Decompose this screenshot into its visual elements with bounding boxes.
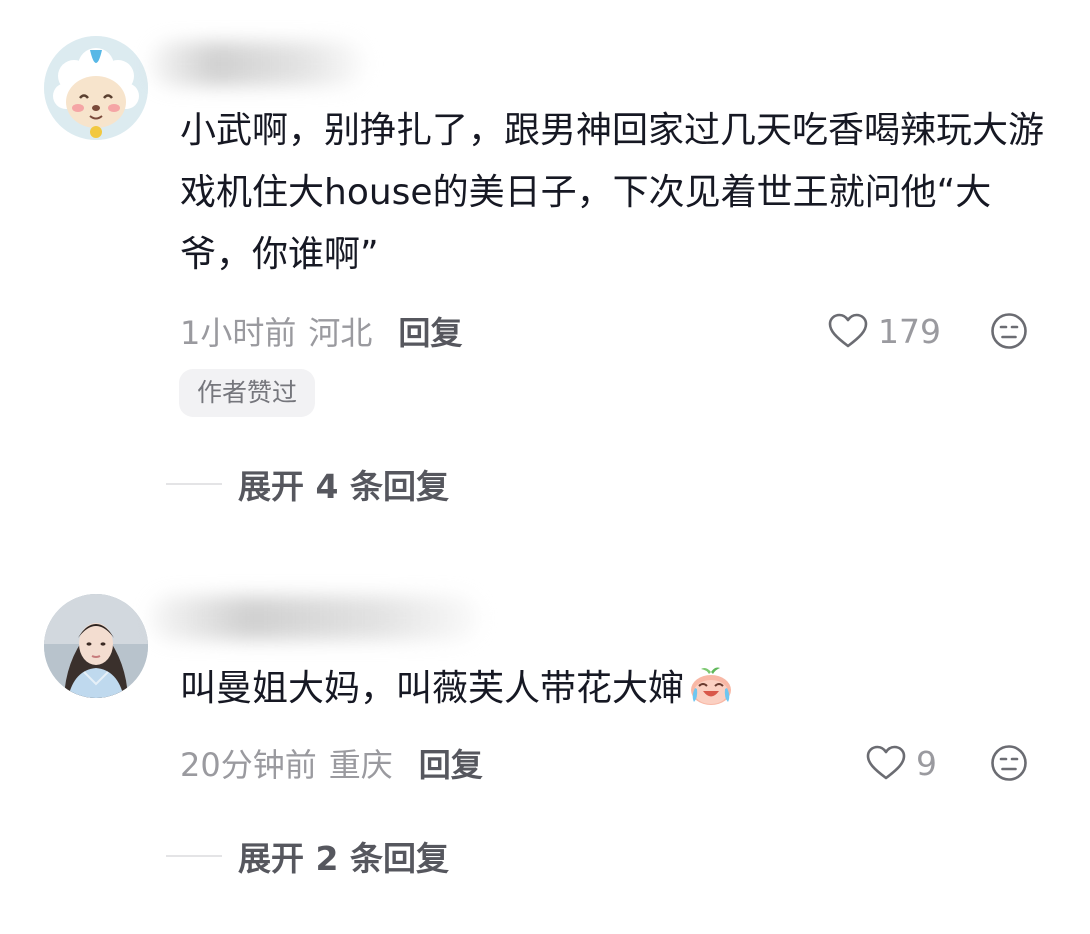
dislike-button[interactable] xyxy=(990,312,1028,350)
expand-replies-label: 展开 4 条回复 xyxy=(238,467,449,506)
comment-text: 叫曼姐大妈，叫薇芙人带花大婶 xyxy=(180,658,1060,726)
like-count: 9 xyxy=(916,743,937,783)
comment-location: 重庆 xyxy=(328,746,393,784)
like-count: 179 xyxy=(878,311,941,351)
comment-location: 河北 xyxy=(308,314,373,352)
crying-laughing-peach-emoji-icon xyxy=(688,664,734,726)
heart-icon xyxy=(866,745,906,780)
expand-replies-label: 展开 2 条回复 xyxy=(238,839,449,878)
avatar[interactable] xyxy=(44,36,148,140)
comment-text: 小武啊，别挣扎了，跟男神回家过几天吃香喝辣玩大游戏机住大house的美日子，下次… xyxy=(180,110,1045,275)
expand-replies-button[interactable]: 展开 4 条回复 xyxy=(166,462,449,506)
heart-icon xyxy=(828,313,868,348)
username-blurred[interactable] xyxy=(150,42,365,86)
reply-button[interactable]: 回复 xyxy=(419,740,483,786)
woman-photo-avatar-icon xyxy=(44,594,148,698)
author-liked-badge: 作者赞过 xyxy=(179,369,316,417)
neutral-face-icon xyxy=(991,313,1027,349)
avatar[interactable] xyxy=(44,594,148,698)
divider-line xyxy=(166,855,222,857)
username-blurred[interactable] xyxy=(150,596,480,640)
dislike-button[interactable] xyxy=(990,744,1028,782)
reply-button[interactable]: 回复 xyxy=(398,308,462,354)
comment-text-body: 叫曼姐大妈，叫薇芙人带花大婶 xyxy=(180,668,685,709)
comment-time: 20分钟前 xyxy=(180,746,317,784)
like-button[interactable]: 9 xyxy=(866,741,937,785)
comment-meta: 1小时前 河北 回复 xyxy=(180,308,462,354)
neutral-face-icon xyxy=(991,745,1027,781)
like-button[interactable]: 179 xyxy=(828,309,941,353)
expand-replies-button[interactable]: 展开 2 条回复 xyxy=(166,834,449,878)
comment-time: 1小时前 xyxy=(180,314,297,352)
comment-meta: 20分钟前 重庆 回复 xyxy=(180,740,483,786)
cartoon-sheep-avatar-icon xyxy=(44,36,148,140)
divider-line xyxy=(166,483,222,485)
